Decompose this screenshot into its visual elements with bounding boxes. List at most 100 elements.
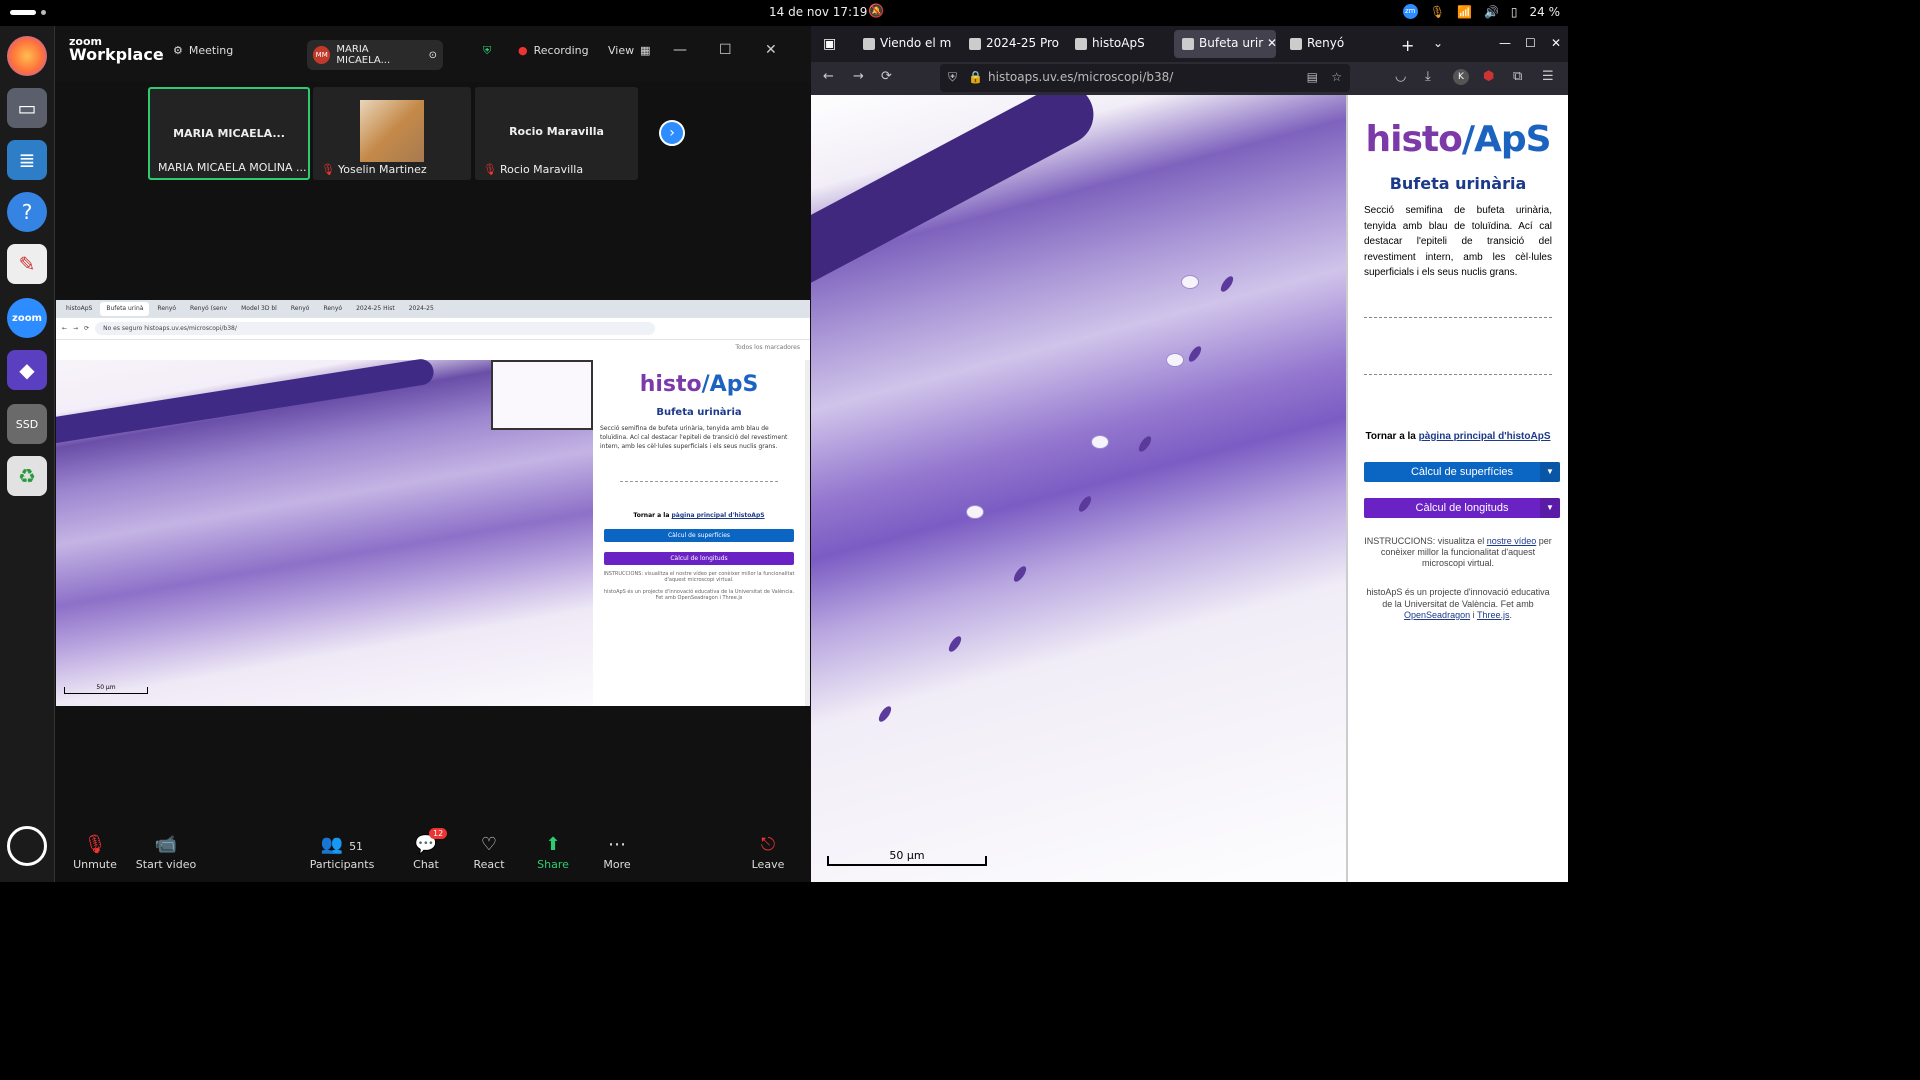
pocket-icon[interactable]: ◡ [1395,69,1406,84]
microscope-viewer[interactable]: 50 µm [811,95,1346,882]
share-button[interactable]: ⬆ Share [518,832,588,871]
firefox-tab[interactable]: Renyó [1282,30,1386,58]
home-link[interactable]: pàgina principal d'histoApS [1419,431,1551,442]
tissue-dark-band [811,95,1105,296]
tab-close-icon[interactable]: ✕ [1267,36,1276,50]
shared-tab: 2024-25 Hist [356,305,395,312]
participant-name: MARIA MICAELA MOLINA ... [158,161,307,174]
tab-overview-icon[interactable]: ▣ [815,30,851,58]
profile-avatar[interactable]: K [1453,69,1469,85]
forward-arrow-icon[interactable]: → [853,69,864,84]
shared-tab: 2024-25 [408,305,434,312]
shared-microscope-view: 50 µm [56,357,593,706]
minimize-button[interactable]: — [673,42,687,58]
zoom-tray-icon[interactable]: zm [1402,4,1418,19]
view-button[interactable]: View ▦ [608,44,651,57]
leave-button[interactable]: ⎋ Leave [733,832,803,871]
help-icon[interactable]: ? [7,192,47,232]
mic-muted-icon: 🎙 [321,163,335,176]
downloads-icon[interactable]: ⤓ [1425,69,1431,84]
firefox-tab[interactable]: Viendo el m [855,30,959,58]
ff-maximize-button[interactable]: ☐ [1517,30,1541,58]
histoaps-logo[interactable]: histo/ApS [1348,119,1568,160]
tab-list-chevron-icon[interactable]: ⌄ [1425,30,1451,58]
reader-view-icon[interactable]: ▤ [1307,70,1318,84]
react-button[interactable]: ♡ React [454,832,524,871]
microphone-icon: 🎙 [1429,4,1445,19]
page-title: Bufeta urinària [1389,174,1527,193]
show-apps-icon[interactable] [7,826,47,866]
firefox-icon[interactable] [7,36,47,76]
participant-name: Yoselin Martinez [337,163,427,176]
participant-tile[interactable]: 🎙 Yoselin Martinez [313,87,471,180]
system-tray[interactable]: zm 🎙 📶 🔊 ▯ 24 % [1402,4,1560,19]
firefox-tab-active[interactable]: Bufeta urir ✕ [1174,30,1276,58]
trash-icon[interactable]: ♻ [7,456,47,496]
ff-minimize-button[interactable]: — [1491,30,1515,58]
meeting-button[interactable]: ⚙ Meeting [173,44,233,57]
surfaces-calc-button[interactable]: Càlcul de superfícies ▼ [1364,461,1560,482]
participant-gallery: MARIA MICAELA... MARIA MICAELA MOLINA ..… [148,87,638,180]
ublock-icon[interactable]: ⬢ [1483,69,1494,84]
participant-tile[interactable]: Rocio Maravilla 🎙 Rocio Maravilla [475,87,638,180]
share-screen-icon: ⬆ [545,834,561,855]
participant-tile[interactable]: MARIA MICAELA... MARIA MICAELA MOLINA ..… [148,87,310,180]
threejs-link[interactable]: Three.js [1477,610,1510,620]
shared-logo: histo/ApS [639,372,759,397]
cell-nucleus [1076,494,1094,514]
url-bar[interactable]: ⛨ 🔒 histoaps.uv.es/microscopi/b38/ ▤ ☆ [940,64,1350,92]
writer-icon[interactable]: ≣ [7,140,47,180]
zoom-toolbar: 🎙 Unmute 📹 Start video 👥 51 Participants… [55,822,811,882]
shared-lengths-button: Càlcul de longituds [604,552,794,565]
activities-indicator[interactable] [10,10,36,15]
back-arrow-icon[interactable]: ← [823,69,834,84]
vacuole [1166,353,1184,367]
instr-prefix: INSTRUCCIONS: visualitza el [1364,535,1487,546]
extensions-icon[interactable]: ⧉ [1513,69,1522,84]
shared-url-box: No es seguro histoaps.uv.es/microscopi/b… [95,322,656,335]
chat-icon: 💬 [414,834,438,855]
text-editor-icon[interactable]: ✎ [7,244,47,284]
ssd-drive-icon[interactable]: SSD [7,404,47,444]
back-prefix: Tornar a la [1365,430,1419,442]
lock-icon[interactable]: 🔒 [968,70,983,84]
recording-indicator[interactable]: ● Recording [518,44,589,57]
url-text: histoaps.uv.es/microscopi/b38/ [988,70,1174,84]
video-off-icon: 📹 [154,834,178,855]
screen-share-pill[interactable]: MM MARIA MICAELA... ⊙ [307,40,443,70]
chat-button[interactable]: 💬 12 Chat [391,828,461,871]
start-video-button[interactable]: 📹 Start video [131,832,201,871]
bookmark-star-icon[interactable]: ☆ [1331,70,1342,84]
grid-icon: ▦ [640,44,651,57]
more-button[interactable]: ⋯ More [582,832,652,871]
more-options-icon[interactable]: ⊙ [429,50,437,61]
mic-muted-icon: 🎙 [83,834,107,855]
tab-favicon [1075,37,1087,50]
openseadragon-link[interactable]: OpenSeadragon [1404,610,1470,620]
files-icon[interactable]: ▭ [7,88,47,128]
participants-button[interactable]: 👥 51 Participants [307,832,377,871]
clock[interactable]: 14 de nov 17:19 [769,5,867,19]
tracking-shield-icon[interactable]: ⛨ [948,70,957,85]
meeting-label: Meeting [188,44,234,57]
menu-icon[interactable]: ☰ [1542,69,1554,84]
next-page-arrow-icon[interactable]: › [659,120,685,146]
new-tab-plus-icon[interactable]: + [1393,30,1419,58]
reload-icon[interactable]: ⟳ [881,69,892,84]
shared-tab: Bufeta urinà [100,302,150,316]
unmute-button[interactable]: 🎙 Unmute [60,832,130,871]
firefox-tab[interactable]: 2024-25 Pro [961,30,1065,58]
maximize-button[interactable]: ☐ [719,42,732,58]
encryption-shield-icon[interactable]: ⛨ [483,44,491,58]
app-purple-icon[interactable]: ◆ [7,350,47,390]
firefox-tab[interactable]: histoApS [1067,30,1171,58]
zoom-icon[interactable]: zoom [7,298,47,338]
lengths-calc-button[interactable]: Càlcul de longituds ▼ [1364,497,1560,518]
tab-label: Renyó [1307,36,1345,50]
notifications-muted-icon: 🔕 [868,4,885,19]
ff-close-button[interactable]: ✕ [1543,30,1567,58]
tab-favicon [863,37,875,50]
video-link[interactable]: nostre vídeo [1487,536,1537,546]
close-button[interactable]: ✕ [765,42,777,58]
leave-label: Leave [751,858,785,871]
